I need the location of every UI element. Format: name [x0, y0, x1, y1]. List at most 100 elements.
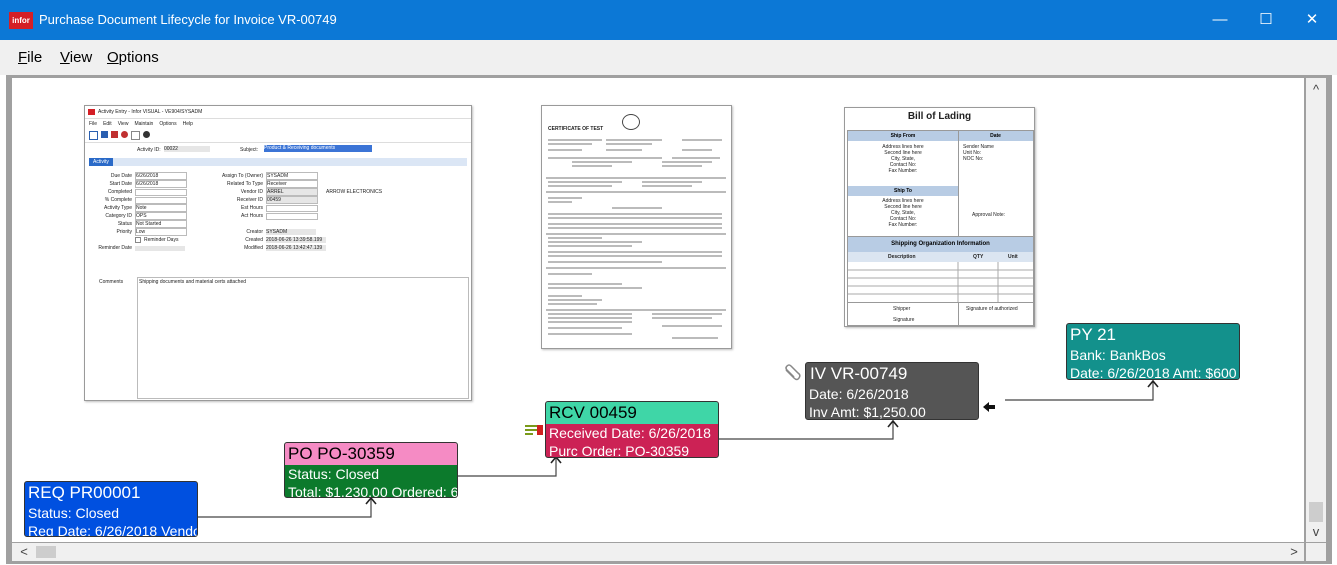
paperclip-icon[interactable] [783, 364, 801, 382]
menu-options[interactable]: Options [107, 49, 159, 66]
scroll-down-icon[interactable]: v [1306, 524, 1326, 540]
subject-label: Subject: [240, 147, 259, 153]
vertical-scrollbar[interactable]: ^ v [1306, 78, 1326, 542]
node-py-date: Date: 6/26/2018 Amt: $600 [1070, 365, 1237, 380]
field-row: Start Date 6/26/2018 [89, 180, 199, 188]
field-label: Est Hours [241, 205, 263, 211]
activity-menu-edit: Edit [103, 121, 112, 127]
node-po-title: PO PO-30359 [285, 443, 457, 465]
subject-value: Product & Receiving documents [264, 145, 372, 152]
bol-shipping-org-header: Shipping Organization Information [848, 237, 1033, 252]
node-po[interactable]: PO PO-30359 Status: Closed Total: $1,230… [284, 442, 458, 498]
field-row: Receiver ID 00459 [215, 196, 455, 204]
bol-table-grid [848, 262, 1033, 302]
field-label: Category ID [105, 213, 132, 219]
field-label: Reminder Date [98, 245, 132, 251]
lifecycle-canvas: Activity Entry - Infor VISUAL - VE904/SY… [12, 78, 1304, 542]
created-label: Created [245, 237, 263, 243]
current-arrow-icon [981, 400, 997, 412]
node-iv-date: Date: 6/26/2018 [809, 386, 909, 402]
connector-iv-py [1005, 381, 1154, 401]
field-value [266, 204, 318, 212]
scroll-left-icon[interactable]: < [14, 544, 34, 560]
activity-id-label: Activity ID: [137, 147, 161, 153]
node-rcv-title: RCV 00459 [546, 402, 718, 424]
bol-signature-authorized: Signature of authorized [966, 306, 1018, 312]
menu-bar: File View Options [0, 40, 1337, 75]
node-req-date: Req Date: 6/26/2018 Vendor [28, 523, 198, 537]
horizontal-scroll-thumb[interactable] [36, 546, 56, 558]
bol-ship-from-header: Ship From [848, 131, 958, 141]
activity-window-title: Activity Entry - Infor VISUAL - VE904/SY… [98, 109, 203, 115]
field-row: Due Date 6/26/2018 [89, 172, 199, 180]
activity-tab-strip: Activity [89, 158, 467, 166]
activity-menu-options: Options [159, 121, 177, 127]
window-title: Purchase Document Lifecycle for Invoice … [39, 12, 337, 27]
receiver-document-icon[interactable] [525, 423, 545, 437]
scroll-right-icon[interactable]: > [1284, 544, 1304, 560]
comments-box: Shipping documents and material certs at… [137, 277, 469, 399]
activity-menubar: File Edit View Maintain Options Help [89, 121, 193, 127]
comments-label: Comments [99, 279, 124, 285]
reminder-checkbox [135, 237, 141, 243]
bol-ship-from-address: Address lines here Second line here City… [848, 144, 958, 174]
horizontal-scrollbar[interactable]: < > [12, 543, 1304, 561]
node-iv[interactable]: IV VR-00749 Date: 6/26/2018 Inv Amt: $1,… [805, 362, 979, 420]
node-po-status: Status: Closed [288, 466, 380, 482]
tab-activity[interactable]: Activity [89, 158, 113, 166]
activity-entry-document[interactable]: Activity Entry - Infor VISUAL - VE904/SY… [84, 105, 472, 401]
field-value [266, 212, 318, 220]
field-value [135, 196, 187, 204]
node-req-title: REQ PR00001 [28, 483, 141, 502]
node-iv-title: IV VR-00749 [810, 364, 908, 383]
address-line: Fax Number: [888, 222, 918, 228]
activity-divider [85, 142, 471, 143]
bol-col-qty: QTY [973, 254, 984, 260]
field-value: ARREL [266, 188, 318, 196]
bol-columns: Description QTY Unit [848, 252, 1033, 262]
field-row: Act Hours [215, 212, 455, 220]
connector-po-rcv [456, 457, 557, 477]
field-label: Activity Type [104, 205, 132, 211]
field-value: 6/26/2018 [135, 180, 187, 188]
scroll-up-icon[interactable]: ^ [1306, 82, 1326, 98]
reminder-row: Reminder Days [135, 236, 199, 244]
field-row: Vendor ID ARREL ARROW ELECTRONICS [215, 188, 455, 196]
reminder-date-value [135, 245, 185, 251]
node-rcv-date: Received Date: 6/26/2018 [549, 425, 711, 441]
reminder-label: Reminder Days [144, 237, 179, 243]
bol-sender: Sender Name Unit No: NOC No: [963, 144, 994, 162]
activity-new-icon [101, 131, 108, 138]
field-row: Est Hours [215, 204, 455, 212]
node-py-title: PY 21 [1070, 325, 1117, 344]
field-label: Related To Type [227, 181, 263, 187]
bol-form: Ship From Date Address lines here Second… [847, 130, 1034, 326]
node-req-status: Status: Closed [28, 505, 120, 521]
node-req[interactable]: REQ PR00001 Status: Closed Req Date: 6/2… [24, 481, 198, 537]
node-rcv[interactable]: RCV 00459 Received Date: 6/26/2018 Purc … [545, 401, 719, 458]
bill-of-lading-document[interactable]: Bill of Lading Ship From Date Address li… [844, 107, 1035, 327]
menu-view-label: iew [69, 49, 93, 66]
bol-divider [958, 302, 959, 325]
activity-refresh-icon [121, 131, 128, 138]
bol-ship-to-address: Address lines here Second line here City… [848, 198, 958, 228]
field-label: Start Date [109, 181, 132, 187]
minimize-button[interactable]: — [1197, 0, 1243, 40]
node-po-total: Total: $1,230.00 Ordered: 6 [288, 484, 458, 498]
vertical-scroll-thumb[interactable] [1309, 502, 1323, 522]
menu-file[interactable]: File [18, 49, 42, 66]
field-label: Receiver ID [236, 197, 263, 203]
menu-view[interactable]: View [60, 49, 92, 66]
close-button[interactable]: ✕ [1289, 0, 1335, 40]
field-value: Low [135, 228, 187, 236]
certificate-of-test-document[interactable]: CERTIFICATE OF TEST [541, 105, 732, 349]
modified-value: 2018-06-26 13:42:47.139 [266, 245, 326, 251]
bol-ship-to-header: Ship To [848, 186, 958, 196]
node-py[interactable]: PY 21 Bank: BankBos Date: 6/26/2018 Amt:… [1066, 323, 1240, 380]
field-value: Not Started [135, 220, 187, 228]
menu-view-mnemonic: V [60, 49, 70, 66]
activity-right-fields: Assign To (Owner) SYSADM Related To Type R… [215, 172, 455, 252]
field-row: Modified 2018-06-26 13:42:47.139 [215, 244, 455, 252]
bol-divider [958, 131, 959, 236]
maximize-button[interactable]: ☐ [1243, 0, 1289, 40]
